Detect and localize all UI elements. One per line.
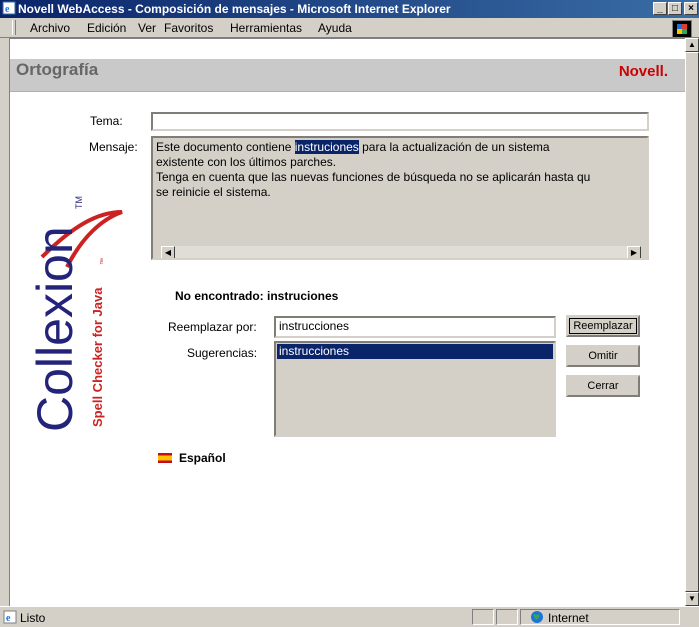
skip-button[interactable]: Omitir — [566, 345, 640, 367]
page-title: Ortografía — [16, 60, 99, 79]
suggestions-label: Sugerencias: — [187, 346, 258, 360]
language-label[interactable]: Español — [179, 451, 226, 465]
scroll-up-arrow-icon[interactable]: ▲ — [685, 38, 699, 52]
message-label: Mensaje: — [89, 140, 138, 154]
menu-edicion[interactable]: Edición — [87, 21, 126, 35]
title-bar: e Novell WebAccess - Composición de mens… — [0, 0, 699, 18]
page-header: Ortografía Novell. — [10, 59, 686, 92]
maximize-button[interactable]: □ — [668, 2, 682, 15]
message-horizontal-scrollbar[interactable]: ◀ ▶ — [161, 246, 641, 258]
suggestions-list[interactable]: instrucciones — [274, 341, 556, 437]
menu-ayuda[interactable]: Ayuda — [318, 21, 352, 35]
toolbar-grip[interactable] — [12, 20, 16, 35]
close-window-button[interactable]: × — [684, 2, 698, 15]
scroll-left-arrow-icon[interactable]: ◀ — [161, 246, 175, 258]
minimize-button[interactable]: _ — [653, 2, 667, 15]
globe-icon — [531, 611, 543, 623]
misspelled-word-highlight: instruciones — [294, 140, 359, 154]
collexion-tagline-tm-mark: ™ — [100, 258, 107, 265]
message-text-before: Este documento contiene — [156, 140, 295, 154]
subject-field[interactable] — [151, 112, 649, 131]
replace-label: Reemplazar por: — [168, 320, 257, 334]
status-text: Listo — [20, 611, 46, 625]
menu-archivo[interactable]: Archivo — [30, 21, 70, 35]
replace-button[interactable]: Reemplazar — [566, 315, 640, 337]
message-text: Este documento contiene instruciones par… — [156, 140, 647, 200]
scroll-thumb[interactable] — [685, 52, 699, 592]
spain-flag-icon — [158, 453, 172, 463]
menu-herramientas[interactable]: Herramientas — [230, 21, 302, 35]
not-found-label: No encontrado: instruciones — [175, 289, 339, 303]
svg-text:e: e — [5, 4, 10, 15]
svg-text:e: e — [6, 613, 11, 624]
window-title: Novell WebAccess - Composición de mensaj… — [18, 2, 451, 16]
subject-label: Tema: — [90, 114, 123, 128]
scroll-right-arrow-icon[interactable]: ▶ — [627, 246, 641, 258]
scroll-down-arrow-icon[interactable]: ▼ — [685, 592, 699, 606]
suggestion-item[interactable]: instrucciones — [277, 344, 553, 359]
page-status-icon: e — [3, 610, 17, 624]
message-text-area[interactable]: Este documento contiene instruciones par… — [151, 136, 649, 260]
novell-logo: Novell. — [618, 63, 668, 80]
status-pane — [496, 609, 518, 625]
collexion-logo: Collexion Spell Checker for Java TM ™ — [27, 196, 123, 432]
zone-pane — [520, 609, 680, 625]
menu-ver[interactable]: Ver — [138, 21, 156, 35]
status-pane — [472, 609, 494, 625]
ie-page-icon: e — [2, 1, 16, 15]
security-zone-label: Internet — [548, 611, 589, 625]
page-viewport: Ortografía Novell. Tema: Mensaje: Este d… — [9, 38, 686, 607]
menu-favoritos[interactable]: Favoritos — [164, 21, 213, 35]
close-button[interactable]: Cerrar — [566, 375, 640, 397]
collexion-brand-text: Collexion — [27, 226, 83, 432]
page-vertical-scrollbar[interactable]: ▲ ▼ — [685, 38, 699, 606]
menu-bar: Archivo Edición Ver Favoritos Herramient… — [0, 18, 699, 38]
replace-with-input[interactable]: instrucciones — [274, 316, 556, 338]
status-bar: e Listo Internet — [0, 606, 699, 627]
collexion-tagline-text: Spell Checker for Java — [90, 287, 105, 427]
windows-logo-icon — [672, 20, 692, 38]
collexion-tm-mark: TM — [74, 196, 84, 209]
